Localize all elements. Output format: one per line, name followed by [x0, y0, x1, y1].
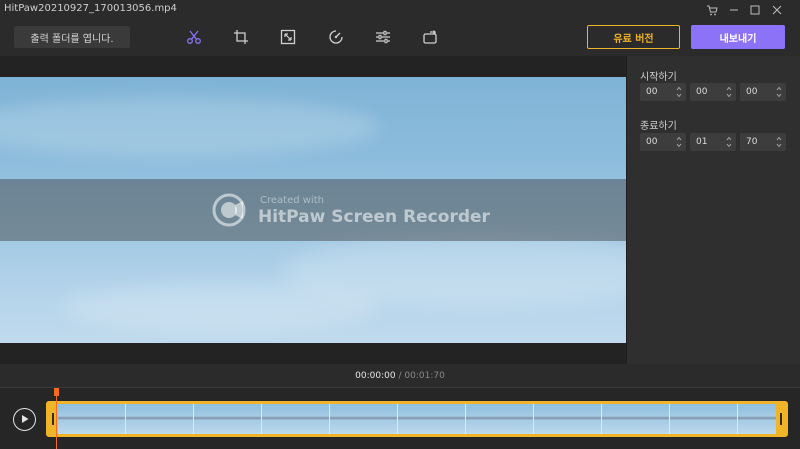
start-minutes-stepper[interactable]: 00 — [690, 83, 736, 101]
stepper-arrows-icon[interactable] — [776, 135, 782, 149]
video-preview: Created with HitPaw Screen Recorder — [0, 77, 626, 343]
time-separator: / — [398, 371, 402, 381]
window-title: HitPaw20210927_170013056.mp4 — [4, 3, 177, 14]
cart-icon[interactable] — [704, 2, 720, 18]
open-output-folder-button[interactable]: 출력 폴더를 엽니다. — [14, 26, 130, 48]
stepper-arrows-icon[interactable] — [676, 135, 682, 149]
toolbar: 출력 폴더를 엽니다. 유료 버전 내보내기 — [0, 20, 800, 56]
video-thumbnail — [58, 404, 126, 434]
video-thumbnail — [126, 404, 194, 434]
stepper-arrows-icon[interactable] — [676, 85, 682, 99]
preview-area: Created with HitPaw Screen Recorder — [0, 56, 626, 364]
start-hours-stepper[interactable]: 00 — [640, 83, 686, 101]
total-time: 00:01:70 — [404, 371, 445, 381]
end-seconds-stepper[interactable]: 70 — [740, 133, 786, 151]
speed-icon[interactable] — [327, 28, 345, 46]
stepper-arrows-icon[interactable] — [776, 85, 782, 99]
resize-icon[interactable] — [279, 28, 297, 46]
trim-range[interactable] — [46, 401, 788, 437]
cut-icon[interactable] — [185, 28, 203, 46]
video-thumbnail — [534, 404, 602, 434]
playhead-handle[interactable] — [54, 388, 59, 396]
play-icon — [22, 415, 29, 423]
start-seconds-stepper[interactable]: 00 — [740, 83, 786, 101]
hitpaw-editor-window: HitPaw20210927_170013056.mp4 출력 폴더를 엽니다. — [0, 0, 800, 449]
watermark-small-text: Created with — [260, 195, 324, 206]
video-thumbnail — [670, 404, 738, 434]
close-icon[interactable] — [769, 2, 785, 18]
trim-panel: 시작하기 00 00 00 종료하기 00 01 70 — [626, 56, 800, 364]
video-thumbnail — [398, 404, 466, 434]
adjust-icon[interactable] — [374, 28, 392, 46]
video-thumbnail — [602, 404, 670, 434]
end-hours-stepper[interactable]: 00 — [640, 133, 686, 151]
video-thumbnail — [466, 404, 534, 434]
title-bar: HitPaw20210927_170013056.mp4 — [0, 0, 800, 20]
stepper-arrows-icon[interactable] — [726, 85, 732, 99]
start-time-label: 시작하기 — [640, 72, 677, 83]
video-thumbnail — [262, 404, 330, 434]
timeline — [0, 388, 800, 449]
minimize-icon[interactable] — [726, 2, 742, 18]
video-thumbnail — [330, 404, 398, 434]
export-button[interactable]: 내보내기 — [691, 25, 785, 49]
end-time-label: 종료하기 — [640, 121, 677, 132]
pro-version-button[interactable]: 유료 버전 — [587, 25, 680, 49]
maximize-icon[interactable] — [747, 2, 763, 18]
video-thumbnail — [194, 404, 262, 434]
hitpaw-logo-icon — [212, 193, 246, 227]
stepper-arrows-icon[interactable] — [726, 135, 732, 149]
crop-icon[interactable] — [232, 28, 250, 46]
trim-end-handle[interactable] — [776, 403, 786, 435]
current-time: 00:00:00 — [355, 371, 396, 381]
playhead-line — [56, 396, 57, 449]
thumbnail-strip — [58, 404, 786, 434]
play-button[interactable] — [13, 408, 36, 431]
end-minutes-stepper[interactable]: 01 — [690, 133, 736, 151]
timecode-bar: 00:00:00 / 00:01:70 — [0, 364, 800, 388]
watermark-title: HitPaw Screen Recorder — [258, 207, 490, 227]
rotate-icon[interactable] — [421, 28, 439, 46]
